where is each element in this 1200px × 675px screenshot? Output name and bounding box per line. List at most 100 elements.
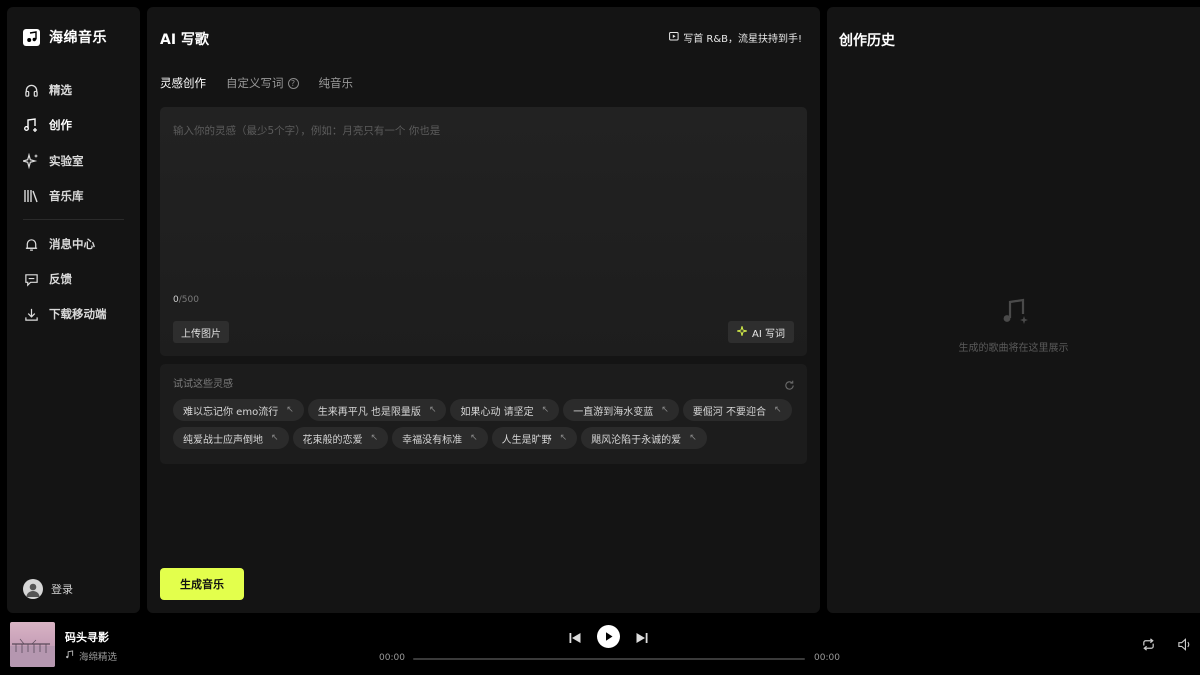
sidebar-item-messages[interactable]: 消息中心 — [23, 234, 95, 254]
track-artist[interactable]: 海绵精选 — [65, 649, 117, 663]
tab-inspiration[interactable]: 灵感创作 — [160, 75, 206, 91]
sidebar-item-feedback[interactable]: 反馈 — [23, 269, 72, 289]
upload-image-label: 上传图片 — [181, 328, 221, 340]
ai-lyrics-button[interactable]: AI 写词 — [728, 321, 794, 343]
arrow-up-left-icon: ↖ — [773, 405, 782, 415]
artist-name: 海绵精选 — [79, 652, 118, 663]
volume-button[interactable] — [1176, 636, 1192, 652]
suggestion-chip[interactable]: 人生是旷野 ↖ — [491, 427, 578, 449]
suggestion-chip[interactable]: 如果心动 请坚定 ↖ — [450, 399, 560, 421]
suggestions-title: 试试这些灵感 — [173, 379, 233, 390]
sidebar-item-label: 音乐库 — [49, 189, 84, 203]
skip-next-icon — [636, 633, 648, 643]
empty-state-text: 生成的歌曲将在这里展示 — [958, 343, 1069, 354]
music-create-icon — [23, 117, 39, 133]
download-icon — [23, 306, 39, 322]
suggestion-chip[interactable]: 要倔河 不要迎合 ↖ — [682, 399, 792, 421]
suggestion-chip[interactable]: 难以忘记你 emo流行 ↖ — [173, 399, 304, 421]
login-button[interactable]: 登录 — [23, 579, 73, 599]
chip-label: 要倔河 不要迎合 — [692, 406, 766, 418]
total-time: 00:00 — [814, 653, 840, 663]
suggestion-chip[interactable]: 花束般的恋爱 ↖ — [292, 427, 389, 449]
arrow-up-left-icon: ↖ — [661, 405, 669, 415]
play-button[interactable] — [597, 625, 620, 648]
logo-icon — [23, 28, 40, 46]
previous-button[interactable] — [567, 630, 583, 646]
sidebar-item-label: 精选 — [49, 83, 72, 97]
player-bar: 码头寻影 海绵精选 00:00 00:00 — [0, 613, 1200, 675]
app-root: 海绵音乐 精选 创作 实验室 音乐库 消息中心 反馈 下载移动端 登录 AI 写… — [0, 0, 1200, 675]
chip-label: 花束般的恋爱 — [302, 434, 363, 446]
suggestion-chips: 难以忘记你 emo流行 ↖ 生来再平凡 也是限量版 ↖ 如果心动 请坚定 ↖ 一直游到… — [173, 399, 793, 449]
help-icon[interactable]: ? — [287, 77, 299, 89]
sidebar: 海绵音乐 精选 创作 实验室 音乐库 消息中心 反馈 下载移动端 登录 — [7, 7, 140, 613]
suggestion-chip[interactable]: 幸福没有标准 ↖ — [392, 427, 488, 449]
sidebar-item-lab[interactable]: 实验室 — [23, 151, 84, 171]
tab-instrumental[interactable]: 纯音乐 — [319, 75, 354, 91]
volume-icon — [1177, 637, 1189, 651]
suggestion-chip[interactable]: 纯爱战士应声倒地 ↖ — [173, 427, 289, 449]
logo[interactable]: 海绵音乐 — [23, 27, 107, 47]
arrow-up-left-icon: ↖ — [541, 405, 550, 415]
play-icon — [606, 632, 613, 641]
inspiration-input[interactable] — [160, 107, 807, 287]
next-button[interactable] — [634, 630, 650, 646]
sidebar-item-label: 创作 — [49, 118, 72, 132]
sidebar-item-label: 消息中心 — [49, 237, 95, 251]
chip-label: 如果心动 请坚定 — [460, 406, 534, 418]
create-panel: AI 写歌 写首 R&B，流星扶持到手! 灵感创作 自定义写词 ? 纯音乐 0/… — [147, 7, 820, 613]
tab-custom-lyrics[interactable]: 自定义写词 ? — [226, 75, 299, 91]
sidebar-item-download[interactable]: 下载移动端 — [23, 304, 107, 324]
track-title[interactable]: 码头寻影 — [65, 629, 109, 645]
feedback-icon — [23, 271, 39, 287]
album-cover[interactable] — [10, 622, 55, 667]
skip-previous-icon — [569, 633, 581, 643]
sidebar-item-featured[interactable]: 精选 — [23, 80, 72, 100]
arrow-up-left-icon: ↖ — [559, 433, 568, 443]
suggestion-chip[interactable]: 生来再平凡 也是限量版 ↖ — [307, 399, 447, 421]
chip-label: 飓风沦陷于永诚的爱 — [591, 434, 682, 446]
bell-icon — [23, 236, 39, 252]
app-name: 海绵音乐 — [49, 30, 107, 46]
loop-button[interactable] — [1140, 636, 1156, 652]
char-max: /500 — [178, 295, 199, 305]
inspiration-suggestions: 试试这些灵感 难以忘记你 emo流行 ↖ 生来再平凡 也是限量版 ↖ 如果心动 请坚… — [160, 364, 807, 464]
sidebar-item-label: 反馈 — [49, 272, 72, 286]
upload-image-button[interactable]: 上传图片 — [173, 321, 229, 343]
loop-icon — [1142, 637, 1154, 651]
history-panel: 创作历史 生成的歌曲将在这里展示 — [827, 7, 1200, 613]
sidebar-divider — [23, 219, 124, 220]
arrow-up-left-icon: ↖ — [271, 433, 279, 443]
sidebar-item-label: 实验室 — [49, 154, 84, 168]
sidebar-item-create[interactable]: 创作 — [23, 115, 72, 135]
inspiration-editor: 0/500 上传图片 AI 写词 — [160, 107, 807, 356]
chip-label: 生来再平凡 也是限量版 — [317, 406, 421, 418]
suggestion-chip[interactable]: 飓风沦陷于永诚的爱 ↖ — [581, 427, 707, 449]
chip-label: 一直游到海水变蓝 — [573, 406, 654, 418]
tab-label: 纯音乐 — [318, 76, 354, 90]
sidebar-item-library[interactable]: 音乐库 — [23, 186, 84, 206]
sidebar-item-label: 下载移动端 — [49, 307, 107, 321]
progress-bar[interactable] — [413, 658, 805, 660]
arrow-up-left-icon: ↖ — [689, 433, 697, 443]
promo-text: 写首 R&B，流星扶持到手! — [683, 34, 802, 45]
generate-music-button[interactable]: 生成音乐 — [160, 568, 244, 600]
chip-label: 人生是旷野 — [501, 434, 552, 446]
sparkle-icon — [23, 153, 39, 169]
promo-banner[interactable]: 写首 R&B，流星扶持到手! — [669, 30, 802, 45]
artist-icon — [65, 650, 74, 662]
mode-tabs: 灵感创作 自定义写词 ? 纯音乐 — [160, 75, 353, 91]
ai-lyrics-label: AI 写词 — [752, 328, 785, 340]
promo-icon — [669, 31, 679, 44]
refresh-icon[interactable] — [784, 376, 795, 390]
avatar — [23, 579, 43, 599]
arrow-up-left-icon: ↖ — [370, 433, 379, 443]
suggestion-chip[interactable]: 一直游到海水变蓝 ↖ — [563, 399, 679, 421]
arrow-up-left-icon: ↖ — [470, 433, 478, 443]
chip-label: 难以忘记你 emo流行 — [183, 406, 279, 418]
chip-label: 幸福没有标准 — [402, 434, 463, 446]
login-label: 登录 — [51, 583, 73, 596]
arrow-up-left-icon: ↖ — [428, 405, 437, 415]
arrow-up-left-icon: ↖ — [286, 405, 294, 415]
headphones-icon — [23, 82, 39, 98]
